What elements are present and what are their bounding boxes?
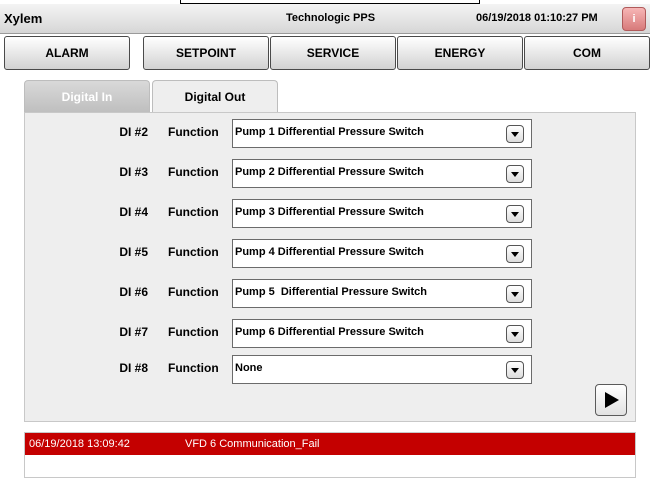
nav-energy-button[interactable]: ENERGY [397,36,523,70]
chevron-down-icon[interactable] [506,325,524,343]
di-row-8: DI #8 Function None [24,352,636,384]
chevron-down-icon[interactable] [506,285,524,303]
play-arrow-icon [605,392,619,408]
nav-setpoint-button[interactable]: SETPOINT [143,36,269,70]
function-select[interactable]: Pump 5 Differential Pressure Switch [232,279,532,308]
di-label: DI #6 [119,285,148,299]
alarm-timestamp: 06/19/2018 13:09:42 [29,438,130,450]
alarm-area: 06/19/2018 13:09:42 VFD 6 Communication_… [24,432,636,478]
di-row-2: DI #2 Function Pump 1 Differential Press… [24,116,636,148]
chevron-down-icon[interactable] [506,205,524,223]
nav-service-button[interactable]: SERVICE [270,36,396,70]
alarm-message: VFD 6 Communication_Fail [185,438,320,450]
nav-alarm-button[interactable]: ALARM [4,36,130,70]
function-select-value: Pump 2 Differential Pressure Switch [235,166,424,178]
nav-com-button[interactable]: COM [524,36,650,70]
di-label: DI #5 [119,245,148,259]
chevron-down-icon[interactable] [506,165,524,183]
app-name: Xylem [4,11,43,26]
tab-digital-out[interactable]: Digital Out [152,80,278,114]
function-label: Function [168,285,219,299]
function-select-value: Pump 3 Differential Pressure Switch [235,206,424,218]
function-select[interactable]: Pump 3 Differential Pressure Switch [232,199,532,228]
di-label: DI #7 [119,325,148,339]
info-button[interactable]: i [622,7,646,31]
di-row-4: DI #4 Function Pump 3 Differential Press… [24,196,636,228]
di-row-6: DI #6 Function Pump 5 Differential Press… [24,276,636,308]
chevron-down-icon[interactable] [506,361,524,379]
alarm-banner[interactable]: 06/19/2018 13:09:42 VFD 6 Communication_… [25,433,635,455]
di-label: DI #8 [119,361,148,375]
di-row-7: DI #7 Function Pump 6 Differential Press… [24,316,636,348]
chevron-down-icon[interactable] [506,125,524,143]
function-label: Function [168,245,219,259]
function-select[interactable]: Pump 2 Differential Pressure Switch [232,159,532,188]
function-select-value: Pump 6 Differential Pressure Switch [235,326,424,338]
function-select-value: Pump 1 Differential Pressure Switch [235,126,424,138]
next-page-button[interactable] [595,384,627,416]
di-row-5: DI #5 Function Pump 4 Differential Press… [24,236,636,268]
function-select-value: Pump 4 Differential Pressure Switch [235,246,424,258]
function-label: Function [168,325,219,339]
title-bar: Xylem Technologic PPS 06/19/2018 01:10:2… [0,4,650,34]
tab-digital-in[interactable]: Digital In [24,80,150,114]
di-row-3: DI #3 Function Pump 2 Differential Press… [24,156,636,188]
datetime: 06/19/2018 01:10:27 PM [476,12,598,24]
function-select[interactable]: Pump 4 Differential Pressure Switch [232,239,532,268]
chevron-down-icon[interactable] [506,245,524,263]
function-select[interactable]: Pump 1 Differential Pressure Switch [232,119,532,148]
function-select[interactable]: Pump 6 Differential Pressure Switch [232,319,532,348]
function-select-value: Pump 5 Differential Pressure Switch [235,286,427,298]
function-label: Function [168,361,219,375]
function-select[interactable]: None [232,355,532,384]
di-label: DI #2 [119,125,148,139]
di-label: DI #3 [119,165,148,179]
function-label: Function [168,125,219,139]
di-label: DI #4 [119,205,148,219]
function-label: Function [168,165,219,179]
function-select-value: None [235,362,263,374]
main-nav: ALARM SETPOINT SERVICE ENERGY COM [0,36,650,70]
function-label: Function [168,205,219,219]
system-name: Technologic PPS [286,12,376,24]
